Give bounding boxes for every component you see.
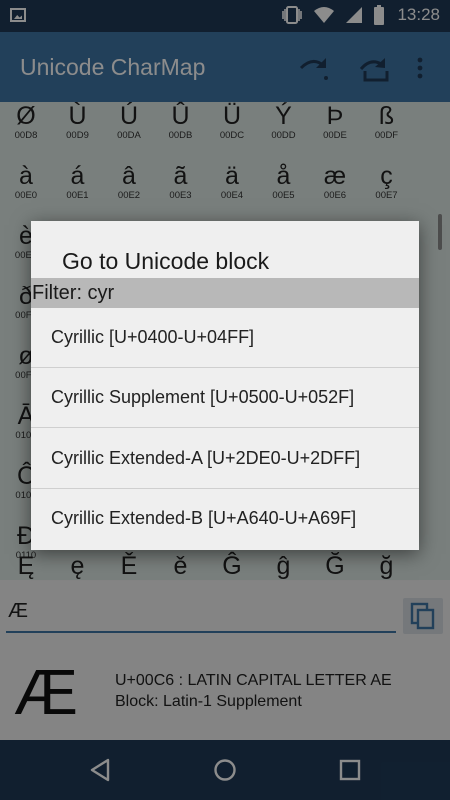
goto-block-dialog: Go to Unicode block Filter: cyr Cyrillic… [31,221,419,550]
block-option-cyrillic-supplement[interactable]: Cyrillic Supplement [U+0500-U+052F] [31,368,419,428]
block-option-label: Cyrillic Extended-A [U+2DE0-U+2DFF] [51,448,361,468]
block-option-label: Cyrillic Supplement [U+0500-U+052F] [51,387,355,407]
block-option-cyrillic[interactable]: Cyrillic [U+0400-U+04FF] [31,308,419,368]
filter-text: Filter: cyr [32,282,115,304]
block-option-label: Cyrillic [U+0400-U+04FF] [51,327,255,347]
dialog-title: Go to Unicode block [62,248,270,274]
filter-field[interactable]: Filter: cyr [31,278,419,308]
block-option-label: Cyrillic Extended-B [U+A640-U+A69F] [51,508,357,528]
block-option-cyrillic-extended-a[interactable]: Cyrillic Extended-A [U+2DE0-U+2DFF] [31,429,419,489]
block-option-cyrillic-extended-b[interactable]: Cyrillic Extended-B [U+A640-U+A69F] [31,489,419,549]
